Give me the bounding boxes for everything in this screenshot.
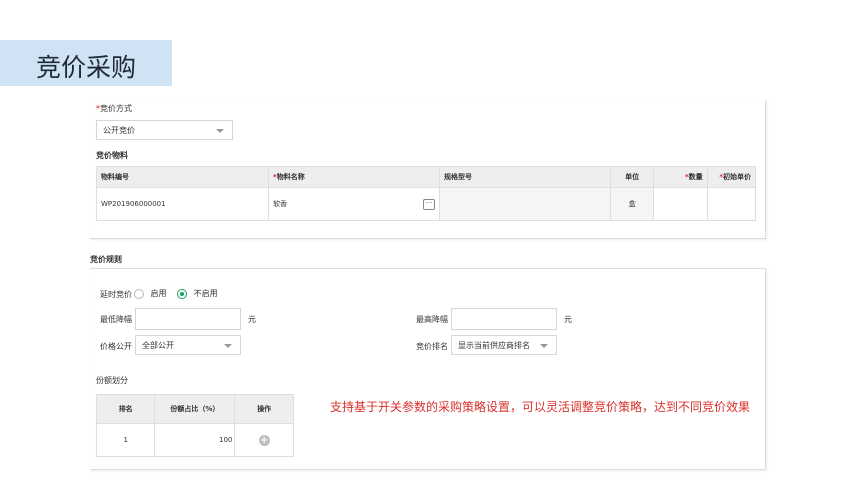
radio-enable[interactable]	[134, 288, 144, 299]
rank-select[interactable]: 显示当前供应商排名	[451, 335, 557, 355]
bid-method-select[interactable]: 公开竞价	[96, 120, 233, 140]
bid-method-label: *竞价方式	[96, 104, 132, 113]
max-drop-input[interactable]	[451, 308, 557, 330]
material-table: 物料编号 *物料名称 规格型号 单位 *数量 *初始单价 WP201906000…	[95, 166, 757, 221]
price-public-label: 价格公开	[100, 342, 132, 351]
material-name-cell[interactable]: 软香 ···	[268, 187, 441, 221]
share-table: 排名 份额占比（%） 操作 1 100 +	[95, 394, 294, 457]
max-drop-label: 最高降幅	[416, 315, 448, 324]
share-table-header: 排名 份额占比（%） 操作	[95, 394, 294, 424]
col-header-spec: 规格型号	[439, 166, 611, 188]
share-action-cell: +	[234, 423, 294, 457]
share-rank-cell: 1	[95, 423, 156, 457]
price-public-value: 全部公开	[142, 341, 174, 350]
radio-disable[interactable]	[177, 288, 188, 299]
more-options-icon[interactable]: ···	[423, 198, 436, 210]
min-drop-label: 最低降幅	[100, 315, 132, 324]
table-row: WP201906000001 软香 ··· 盒	[95, 187, 757, 221]
table-row: 1 100 +	[95, 423, 294, 457]
delay-bid-label: 延时竞价	[100, 290, 132, 299]
col-header-unit: 单位	[609, 166, 655, 188]
page-title: 竞价采购	[36, 53, 137, 82]
material-table-header: 物料编号 *物料名称 规格型号 单位 *数量 *初始单价	[95, 166, 757, 188]
material-qty-input[interactable]	[653, 187, 708, 221]
material-code-cell: WP201906000001	[95, 187, 270, 221]
min-drop-input[interactable]	[135, 308, 241, 330]
bid-method-value: 公开竞价	[103, 126, 135, 135]
price-public-select[interactable]: 全部公开	[135, 335, 241, 355]
min-drop-unit: 元	[248, 315, 256, 324]
material-section-title: 竞价物料	[96, 151, 128, 160]
material-spec-cell	[439, 187, 611, 221]
col-header-name: *物料名称	[268, 166, 441, 188]
chevron-down-icon	[540, 344, 548, 348]
col-header-share: 份额占比（%）	[154, 394, 236, 424]
share-label: 份额划分	[96, 376, 128, 385]
radio-disable-label: 不启用	[193, 289, 218, 298]
col-header-action: 操作	[234, 394, 294, 424]
rank-value: 显示当前供应商排名	[458, 341, 530, 350]
material-name-value: 软香	[273, 199, 288, 208]
col-header-qty: *数量	[653, 166, 708, 188]
col-header-rank: 排名	[95, 394, 156, 424]
delay-radio-group: 启用 不启用	[134, 288, 218, 299]
add-icon[interactable]: +	[258, 434, 270, 446]
share-percent-input[interactable]: 100	[154, 423, 236, 457]
chevron-down-icon	[216, 129, 224, 133]
material-unit-cell: 盒	[609, 187, 655, 221]
rules-section-title: 竞价规则	[90, 255, 122, 264]
chevron-down-icon	[224, 344, 232, 348]
radio-enable-label: 启用	[150, 289, 167, 298]
col-header-price: *初始单价	[706, 166, 757, 188]
max-drop-unit: 元	[564, 315, 572, 324]
material-price-input[interactable]	[706, 187, 757, 221]
rank-label: 竞价排名	[416, 342, 448, 351]
col-header-code: 物料编号	[95, 166, 270, 188]
annotation-text: 支持基于开关参数的采购策略设置，可以灵活调整竞价策略，达到不同竞价效果	[330, 400, 751, 414]
